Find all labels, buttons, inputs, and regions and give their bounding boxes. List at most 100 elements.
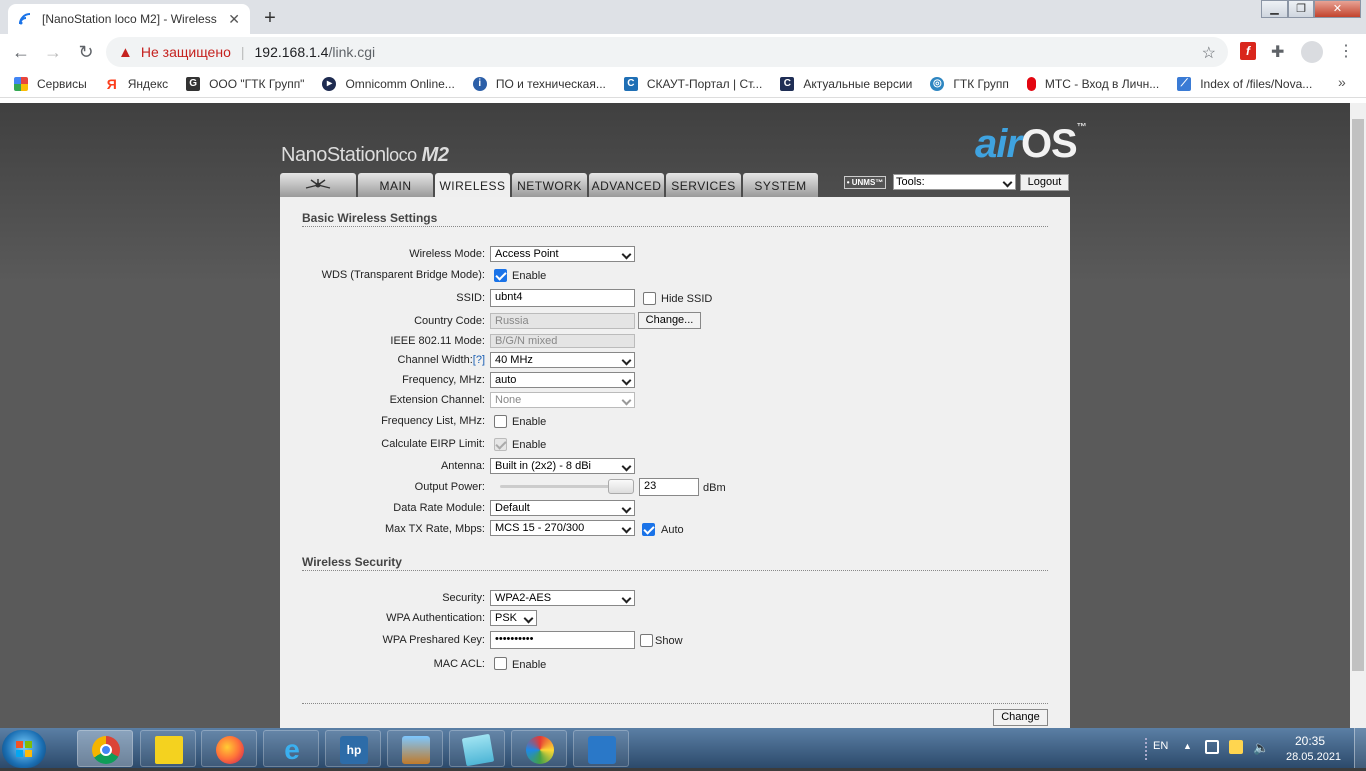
taskbar-batman[interactable] <box>140 730 196 767</box>
paint-palette-icon <box>526 736 554 764</box>
show-key-checkbox[interactable] <box>640 634 653 647</box>
profile-avatar-icon[interactable] <box>1301 41 1323 63</box>
menu-dots-icon[interactable]: ⋮ <box>1338 41 1354 61</box>
taskbar-chrome[interactable] <box>77 730 133 767</box>
tray-speaker-icon[interactable]: 🔈 <box>1253 740 1269 756</box>
show-key-label: Show <box>655 635 683 647</box>
start-button[interactable] <box>2 730 46 768</box>
ubiquiti-logo-icon <box>305 179 331 189</box>
gtk-icon: G <box>186 76 201 91</box>
extension-channel-select: None <box>490 392 635 408</box>
frequency-list-checkbox[interactable] <box>494 415 507 428</box>
bookmark-0[interactable]: Сервисы <box>14 76 87 91</box>
bookmark-3[interactable]: ▸ Omnicomm Online... <box>322 76 455 91</box>
antenna-select[interactable]: Built in (2x2) - 8 dBi <box>490 458 635 474</box>
taskbar-hp[interactable]: hp <box>325 730 381 767</box>
scrollbar-thumb[interactable] <box>1352 119 1364 671</box>
forward-icon[interactable]: → <box>41 41 65 63</box>
bookmark-2[interactable]: G ООО "ГТК Групп" <box>186 76 304 91</box>
country-change-button[interactable]: Change... <box>638 312 701 329</box>
not-secure-label: Не защищено <box>140 44 231 60</box>
security-select[interactable]: WPA2-AES <box>490 590 635 606</box>
main-nav-tabs: MAIN WIRELESS NETWORK ADVANCED SERVICES … <box>280 173 820 197</box>
back-icon[interactable]: ← <box>9 41 33 63</box>
flash-extension-icon[interactable]: f <box>1240 42 1256 60</box>
channel-width-label: Channel Width:[?] <box>397 354 485 366</box>
tab-main[interactable]: MAIN <box>358 173 433 197</box>
clock-date[interactable]: 28.05.2021 <box>1286 751 1341 763</box>
max-tx-label: Max TX Rate, Mbps: <box>384 523 485 535</box>
bookmark-star-icon[interactable]: ☆ <box>1202 43 1216 63</box>
tab-title: [NanoStation loco M2] - Wireless <box>42 12 217 26</box>
unms-badge[interactable]: • UNMS™ <box>844 176 886 189</box>
bookmark-7[interactable]: ◎ ГТК Групп <box>930 76 1009 91</box>
taskbar-paint[interactable] <box>511 730 567 767</box>
device-logo: NanoStationloco M2 <box>281 144 449 166</box>
tools-dropdown[interactable]: Tools: <box>893 174 1016 190</box>
tab-services[interactable]: SERVICES <box>666 173 741 197</box>
tab-advanced[interactable]: ADVANCED <box>589 173 664 197</box>
hide-ssid-label: Hide SSID <box>661 293 713 305</box>
tray-expand-icon[interactable]: ▲ <box>1183 741 1192 751</box>
tab-ubiquiti-home[interactable] <box>280 173 356 197</box>
clock-time[interactable]: 20:35 <box>1295 734 1325 748</box>
tray-network-icon[interactable] <box>1229 740 1243 754</box>
new-tab-button[interactable]: + <box>257 6 283 32</box>
output-power-input[interactable]: 23 <box>639 478 699 496</box>
wds-checkbox[interactable] <box>494 269 507 282</box>
logout-button[interactable]: Logout <box>1020 174 1069 191</box>
output-power-slider-handle[interactable] <box>608 479 634 494</box>
wpa-auth-label: WPA Authentication: <box>386 612 485 624</box>
mts-icon <box>1026 76 1036 91</box>
channel-width-select[interactable]: 40 MHz <box>490 352 635 368</box>
internet-explorer-icon: e <box>284 734 300 765</box>
ssid-input[interactable]: ubnt4 <box>490 289 635 307</box>
tab-system[interactable]: SYSTEM <box>743 173 818 197</box>
bookmark-4[interactable]: i ПО и техническая... <box>472 76 606 91</box>
frequency-list-enable-label: Enable <box>512 416 547 428</box>
country-code-label: Country Code: <box>414 315 485 327</box>
country-code-field: Russia <box>490 313 635 329</box>
taskbar-remote-desktop[interactable] <box>573 730 629 767</box>
bookmark-8[interactable]: МТС - Вход в Личн... <box>1026 76 1159 91</box>
show-desktop-button[interactable] <box>1354 728 1366 768</box>
taskbar-firefox[interactable] <box>201 730 257 767</box>
max-tx-select[interactable]: MCS 15 - 270/300 <box>490 520 635 536</box>
bookmark-9[interactable]: ⟋ Index of /files/Nova... <box>1177 76 1312 91</box>
channel-width-help-link[interactable]: [?] <box>473 354 485 366</box>
taskbar-network-app[interactable] <box>387 730 443 767</box>
frequency-select[interactable]: auto <box>490 372 635 388</box>
close-window-button[interactable]: ✕ <box>1314 0 1361 18</box>
data-rate-select[interactable]: Default <box>490 500 635 516</box>
bookmark-1[interactable]: Я Яндекс <box>105 77 168 91</box>
change-submit-button[interactable]: Change <box>993 709 1048 726</box>
mac-acl-enable-label: Enable <box>512 659 547 671</box>
minimize-button[interactable]: ▁ <box>1261 0 1288 18</box>
tray-devices-icon[interactable] <box>1205 740 1219 754</box>
hide-ssid-checkbox[interactable] <box>643 292 656 305</box>
bookmark-5[interactable]: C СКАУТ-Портал | Ст... <box>623 76 762 91</box>
url-host: 192.168.1.4 <box>254 44 329 60</box>
bookmarks-overflow-icon[interactable]: » <box>1338 74 1346 90</box>
laptop-icon <box>402 736 430 764</box>
extensions-puzzle-icon[interactable]: ✚ <box>1271 42 1284 62</box>
maximize-button[interactable]: ❐ <box>1288 0 1314 18</box>
ieee-mode-label: IEEE 802.11 Mode: <box>390 335 485 347</box>
tab-wireless[interactable]: WIRELESS <box>435 173 510 197</box>
wpa-auth-select[interactable]: PSK <box>490 610 537 626</box>
mac-acl-checkbox[interactable] <box>494 657 507 670</box>
address-bar[interactable]: ▲ Не защищено | 192.168.1.4/link.cgi ☆ <box>106 37 1228 67</box>
close-tab-icon[interactable]: ✕ <box>228 11 240 28</box>
bookmark-6[interactable]: C Актуальные версии <box>780 76 912 91</box>
wireless-mode-select[interactable]: Access Point <box>490 246 635 262</box>
taskbar-ie[interactable]: e <box>263 730 319 767</box>
wpa-key-input[interactable]: •••••••••• <box>490 631 635 649</box>
tab-network[interactable]: NETWORK <box>512 173 587 197</box>
taskbar-notepad[interactable] <box>449 730 505 767</box>
browser-tab[interactable]: [NanoStation loco M2] - Wireless ✕ <box>8 4 250 34</box>
language-indicator[interactable]: EN <box>1153 740 1168 752</box>
mac-acl-label: MAC ACL: <box>433 658 485 670</box>
hp-icon: hp <box>340 736 368 764</box>
reload-icon[interactable]: ↻ <box>74 41 98 63</box>
max-tx-auto-checkbox[interactable] <box>642 523 655 536</box>
